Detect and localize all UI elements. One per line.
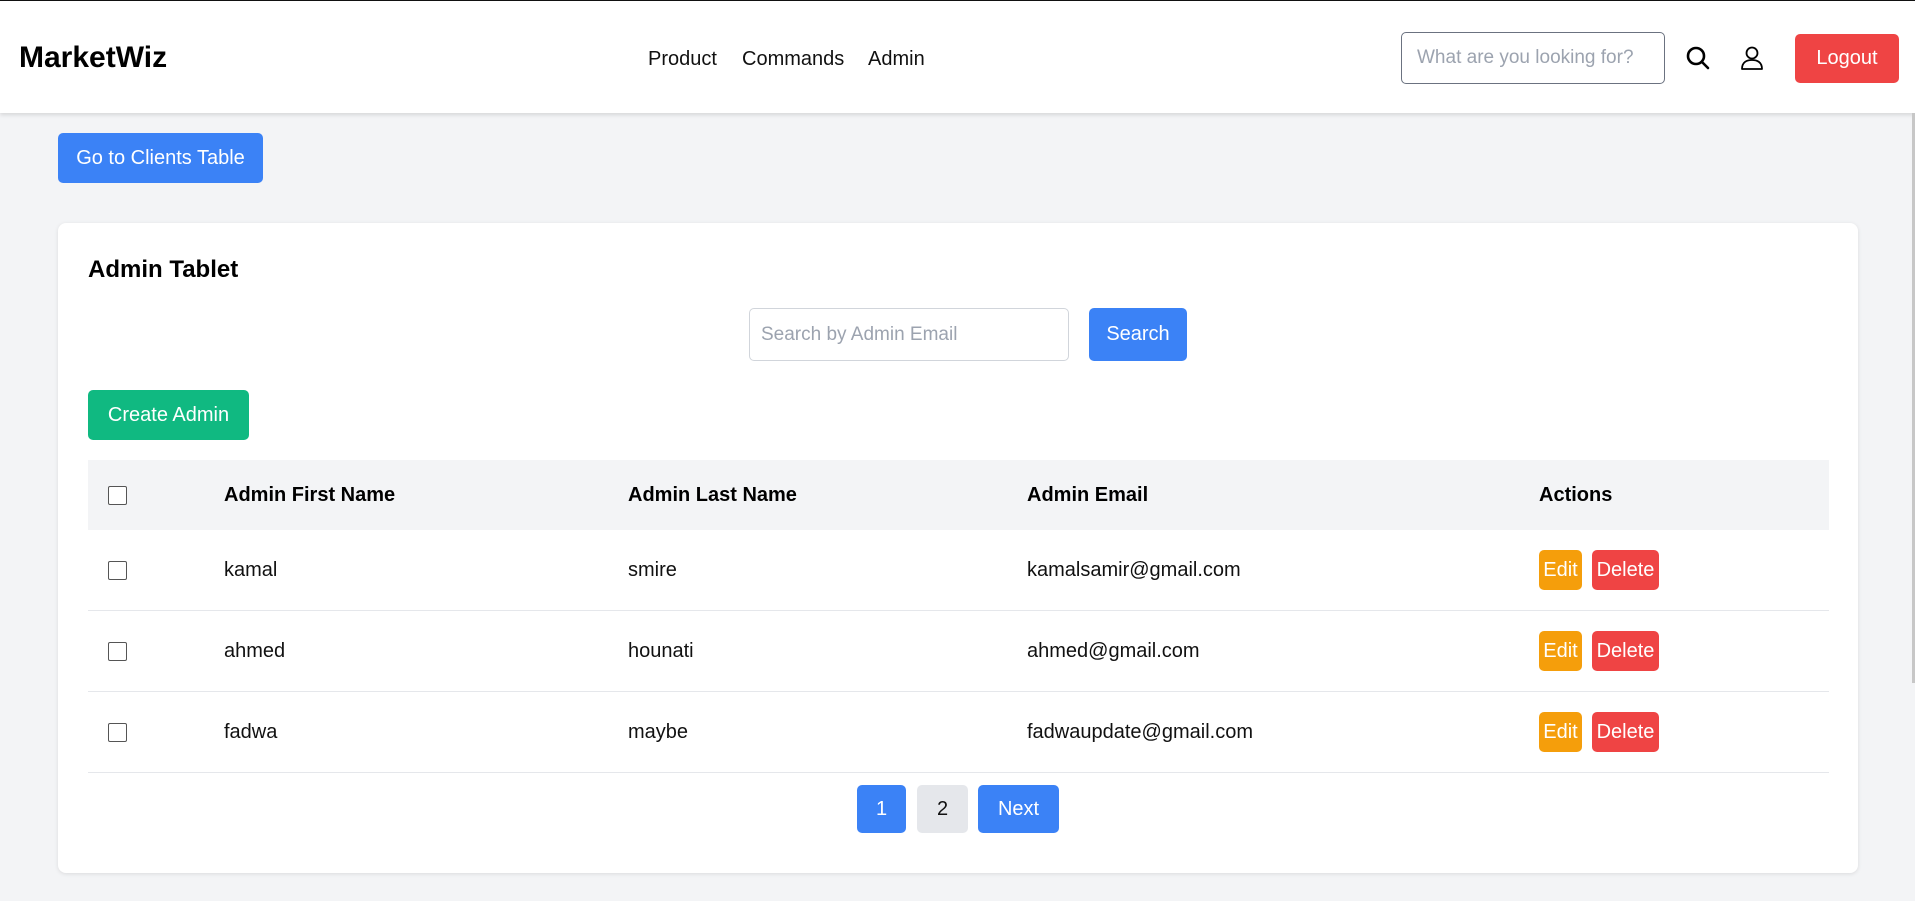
- actions-cell: Edit Delete: [1539, 611, 1659, 691]
- column-header-email: Admin Email: [1027, 483, 1149, 506]
- table-row: fadwa maybe fadwaupdate@gmail.com Edit D…: [88, 692, 1829, 773]
- row-checkbox[interactable]: [108, 722, 127, 742]
- first-name-cell: fadwa: [224, 720, 278, 743]
- last-name-cell: maybe: [628, 720, 689, 743]
- last-name-cell: hounati: [628, 639, 694, 662]
- edit-button[interactable]: Edit: [1539, 550, 1582, 590]
- select-all-checkbox[interactable]: [108, 485, 127, 505]
- edit-button[interactable]: Edit: [1539, 631, 1582, 671]
- admin-table: Admin First Name Admin Last Name Admin E…: [88, 460, 1829, 773]
- user-icon[interactable]: [1737, 43, 1767, 73]
- nav-product[interactable]: Product: [648, 48, 717, 71]
- edit-button[interactable]: Edit: [1539, 712, 1582, 752]
- admin-email-search-input[interactable]: [749, 308, 1069, 361]
- row-checkbox[interactable]: [108, 641, 127, 661]
- last-name-cell: smire: [628, 558, 677, 581]
- logout-button[interactable]: Logout: [1795, 34, 1899, 83]
- delete-button[interactable]: Delete: [1592, 550, 1659, 590]
- top-navbar: MarketWiz Product Commands Admin Logout: [0, 0, 1915, 113]
- first-name-cell: kamal: [224, 558, 278, 581]
- go-to-clients-button[interactable]: Go to Clients Table: [58, 133, 263, 183]
- email-cell: kamalsamir@gmail.com: [1027, 558, 1241, 581]
- actions-cell: Edit Delete: [1539, 530, 1659, 610]
- column-header-first-name: Admin First Name: [224, 483, 396, 506]
- table-row: ahmed hounati ahmed@gmail.com Edit Delet…: [88, 611, 1829, 692]
- brand-logo[interactable]: MarketWiz: [19, 41, 167, 75]
- search-button[interactable]: Search: [1089, 308, 1187, 361]
- first-name-cell: ahmed: [224, 639, 286, 662]
- table-header: Admin First Name Admin Last Name Admin E…: [88, 460, 1829, 530]
- delete-button[interactable]: Delete: [1592, 631, 1659, 671]
- column-header-actions: Actions: [1539, 483, 1613, 506]
- email-cell: ahmed@gmail.com: [1027, 639, 1200, 662]
- pagination: 1 2 Next: [58, 785, 1858, 833]
- card-title: Admin Tablet: [88, 256, 239, 283]
- column-header-last-name: Admin Last Name: [628, 483, 797, 506]
- admin-table-card: Admin Tablet Search Create Admin Admin F…: [58, 223, 1858, 873]
- search-icon[interactable]: [1683, 43, 1713, 73]
- actions-cell: Edit Delete: [1539, 692, 1659, 772]
- create-admin-button[interactable]: Create Admin: [88, 390, 249, 440]
- next-page-button[interactable]: Next: [978, 785, 1059, 833]
- page-2-button[interactable]: 2: [917, 785, 968, 833]
- page-1-button[interactable]: 1: [857, 785, 906, 833]
- global-search-input[interactable]: [1401, 32, 1665, 84]
- nav-commands[interactable]: Commands: [742, 48, 844, 71]
- row-checkbox[interactable]: [108, 560, 127, 580]
- email-cell: fadwaupdate@gmail.com: [1027, 720, 1253, 743]
- nav-admin[interactable]: Admin: [868, 48, 925, 71]
- table-row: kamal smire kamalsamir@gmail.com Edit De…: [88, 530, 1829, 611]
- delete-button[interactable]: Delete: [1592, 712, 1659, 752]
